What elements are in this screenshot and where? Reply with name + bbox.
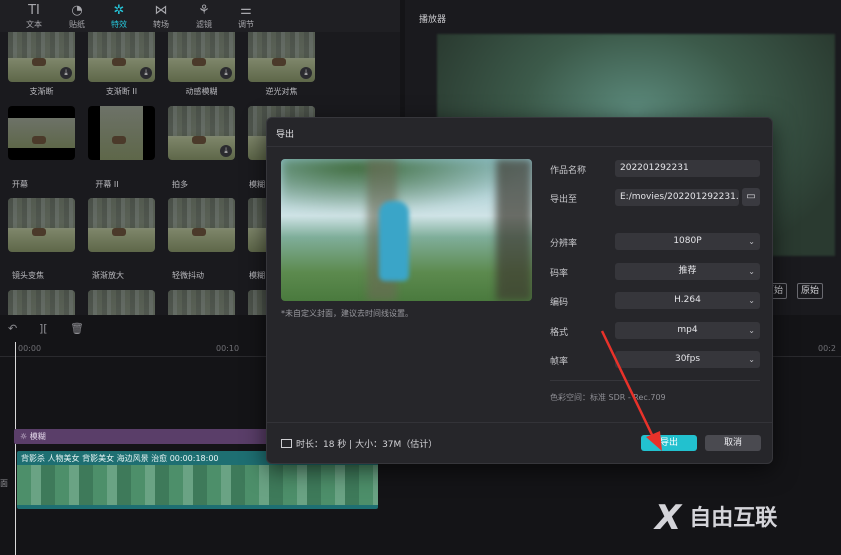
effect-thumb[interactable] bbox=[8, 198, 75, 252]
playhead[interactable] bbox=[15, 342, 16, 555]
bitrate-label: 码率 bbox=[550, 269, 569, 279]
split-icon[interactable]: ][ bbox=[39, 322, 48, 335]
divider bbox=[267, 146, 772, 147]
ruler-tick: 00:2 bbox=[818, 344, 836, 353]
effect-thumb[interactable]: ⤓ bbox=[248, 32, 315, 82]
effect-label: 轻微抖动 bbox=[172, 271, 204, 280]
tab-stickers[interactable]: ◔ 贴纸 bbox=[59, 2, 95, 30]
name-input[interactable]: 202201292231 bbox=[615, 160, 760, 177]
film-icon bbox=[281, 439, 292, 448]
chevron-down-icon: ⌄ bbox=[748, 237, 755, 246]
chevron-down-icon: ⌄ bbox=[748, 267, 755, 276]
tab-transitions[interactable]: ⋈ 转场 bbox=[143, 2, 179, 30]
video-frames bbox=[17, 465, 378, 505]
effect-label: 镜头变焦 bbox=[12, 271, 44, 280]
fps-label: 帧率 bbox=[550, 357, 569, 367]
effect-thumb[interactable] bbox=[88, 198, 155, 252]
effect-thumb[interactable]: ⤓ bbox=[88, 32, 155, 82]
effect-thumb[interactable] bbox=[88, 290, 155, 315]
text-icon: TI bbox=[28, 3, 40, 18]
original-button[interactable]: 原始 bbox=[797, 283, 824, 299]
resolution-label: 分辨率 bbox=[550, 239, 578, 249]
tab-effects[interactable]: ✲ 特效 bbox=[101, 2, 137, 30]
effect-label: 拍多 bbox=[172, 180, 188, 189]
tab-transitions-label: 转场 bbox=[153, 20, 169, 29]
tab-effects-label: 特效 bbox=[111, 20, 127, 29]
cancel-button[interactable]: 取消 bbox=[705, 435, 761, 451]
chevron-down-icon: ⌄ bbox=[748, 355, 755, 364]
effect-clip-label: 模糊 bbox=[29, 432, 46, 441]
toolbar: TI 文本 ◔ 贴纸 ✲ 特效 ⋈ 转场 ⚘ 滤镜 ⚌ 调节 bbox=[0, 0, 400, 32]
resolution-select[interactable]: 1080P ⌄ bbox=[615, 233, 760, 250]
tab-filters[interactable]: ⚘ 滤镜 bbox=[186, 2, 222, 30]
effect-thumb[interactable]: ⤓ bbox=[8, 32, 75, 82]
watermark-text: 自由互联 bbox=[689, 506, 778, 531]
effect-thumb[interactable]: ⤓ bbox=[168, 106, 235, 160]
effect-label: 模糊 bbox=[249, 271, 265, 280]
transition-icon: ⋈ bbox=[154, 3, 168, 18]
effects-icon: ✲ bbox=[113, 3, 125, 18]
effect-label: 渐渐放大 bbox=[92, 271, 124, 280]
tab-stickers-label: 贴纸 bbox=[69, 20, 85, 29]
delete-icon[interactable]: 🗑 bbox=[70, 322, 84, 335]
tab-text[interactable]: TI 文本 bbox=[16, 2, 52, 30]
bitrate-value: 推荐 bbox=[678, 266, 697, 276]
filter-icon: ⚘ bbox=[198, 3, 210, 18]
tab-adjust[interactable]: ⚌ 调节 bbox=[228, 2, 264, 30]
effect-label: 逆光对焦 bbox=[265, 87, 298, 96]
export-dialog: 导出 *未自定义封面，建议去时间线设置。 作品名称 202201292231 导… bbox=[266, 117, 773, 464]
effect-label: 开幕 bbox=[12, 180, 28, 189]
cover-hint: *未自定义封面，建议去时间线设置。 bbox=[281, 309, 413, 318]
effect-label: 模糊 bbox=[249, 180, 265, 189]
dialog-title: 导出 bbox=[276, 130, 295, 140]
codec-value: H.264 bbox=[674, 295, 701, 305]
codec-label: 编码 bbox=[550, 298, 569, 308]
name-label: 作品名称 bbox=[550, 166, 587, 176]
codec-select[interactable]: H.264 ⌄ bbox=[615, 292, 760, 309]
export-info: 时长：18 秒 | 大小：37M（估计） bbox=[281, 437, 437, 450]
format-label: 格式 bbox=[550, 328, 569, 338]
watermark: X 自由互联 bbox=[655, 498, 777, 538]
effect-thumb[interactable] bbox=[168, 290, 235, 315]
effect-thumb[interactable] bbox=[88, 106, 155, 160]
fps-value: 30fps bbox=[674, 354, 701, 364]
chevron-down-icon: ⌄ bbox=[748, 296, 755, 305]
cover-preview[interactable] bbox=[281, 159, 532, 301]
format-value: mp4 bbox=[677, 325, 698, 335]
effect-label: 支渐断 bbox=[29, 87, 54, 96]
ruler-tick: 00:00 bbox=[18, 344, 42, 353]
effect-label: 开幕 II bbox=[95, 180, 119, 189]
ruler-tick: 00:10 bbox=[216, 344, 240, 353]
undo-icon[interactable]: ↶ bbox=[8, 322, 17, 335]
sticker-icon: ◔ bbox=[71, 3, 83, 18]
path-input[interactable]: E:/movies/202201292231... bbox=[615, 189, 739, 206]
watermark-logo: X bbox=[655, 498, 682, 538]
resolution-value: 1080P bbox=[673, 236, 702, 246]
download-icon[interactable]: ⤓ bbox=[140, 67, 152, 79]
folder-icon[interactable]: ▭ bbox=[742, 188, 760, 206]
divider bbox=[267, 422, 772, 423]
player-title: 播放器 bbox=[419, 15, 447, 25]
bitrate-select[interactable]: 推荐 ⌄ bbox=[615, 263, 760, 280]
effect-thumb[interactable]: ⤓ bbox=[168, 32, 235, 82]
effect-label: 支渐断 II bbox=[105, 87, 138, 96]
effect-thumb[interactable] bbox=[8, 106, 75, 160]
effect-thumb[interactable] bbox=[168, 198, 235, 252]
adjust-icon: ⚌ bbox=[240, 3, 252, 18]
annotation-arrow bbox=[600, 330, 662, 451]
tab-text-label: 文本 bbox=[26, 20, 42, 29]
tab-filters-label: 滤镜 bbox=[196, 20, 212, 29]
chevron-down-icon: ⌄ bbox=[748, 326, 755, 335]
tab-adjust-label: 调节 bbox=[238, 20, 254, 29]
video-clip-label: 背影杀 人物美女 背影美女 海边风景 治愈 00:00:18:00 bbox=[21, 454, 219, 463]
download-icon[interactable]: ⤓ bbox=[220, 145, 232, 157]
track-label: 面 bbox=[0, 479, 8, 488]
download-icon[interactable]: ⤓ bbox=[220, 67, 232, 79]
download-icon[interactable]: ⤓ bbox=[60, 67, 72, 79]
effect-thumb[interactable] bbox=[8, 290, 75, 315]
export-info-text: 时长：18 秒 | 大小：37M（估计） bbox=[296, 440, 438, 450]
download-icon[interactable]: ⤓ bbox=[300, 67, 312, 79]
effect-label: 动感模糊 bbox=[185, 87, 218, 96]
path-label: 导出至 bbox=[550, 195, 578, 205]
